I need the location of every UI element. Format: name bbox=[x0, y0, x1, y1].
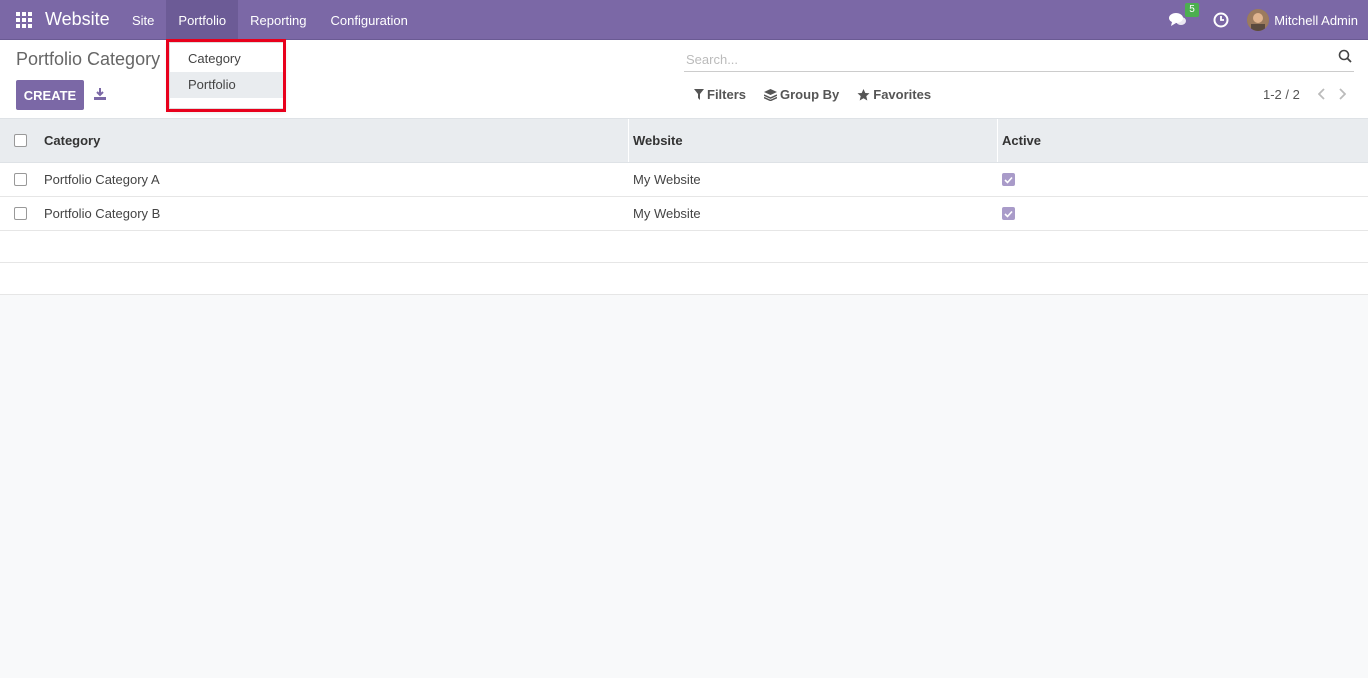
column-header-website[interactable]: Website bbox=[629, 119, 998, 162]
dropdown-item-category[interactable]: Category bbox=[170, 46, 283, 72]
select-all-checkbox[interactable] bbox=[13, 134, 27, 147]
chat-icon[interactable]: 5 bbox=[1169, 3, 1199, 28]
column-header-category[interactable]: Category bbox=[40, 119, 629, 162]
star-icon bbox=[857, 88, 870, 100]
chevron-left-icon[interactable] bbox=[1314, 86, 1330, 102]
menu-configuration[interactable]: Configuration bbox=[318, 0, 419, 40]
row-checkbox[interactable] bbox=[13, 207, 27, 220]
active-checkbox bbox=[1002, 207, 1015, 220]
download-icon[interactable] bbox=[93, 87, 107, 101]
page-title: Portfolio Category bbox=[16, 49, 161, 69]
menu-portfolio[interactable]: Portfolio bbox=[166, 0, 239, 40]
menu-site[interactable]: Site bbox=[120, 0, 166, 40]
cell-category[interactable]: Portfolio Category A bbox=[40, 163, 629, 196]
column-header-active[interactable]: Active bbox=[998, 119, 1368, 162]
empty-row bbox=[0, 231, 1368, 263]
row-checkbox[interactable] bbox=[13, 173, 27, 186]
search-box bbox=[684, 46, 1354, 72]
group-by-label: Group By bbox=[780, 87, 840, 102]
layers-icon bbox=[764, 88, 778, 101]
active-checkbox bbox=[1002, 173, 1015, 186]
chevron-right-icon[interactable] bbox=[1334, 86, 1350, 102]
filters-button[interactable]: Filters bbox=[694, 87, 746, 102]
table-row[interactable]: Portfolio Category A My Website bbox=[0, 163, 1368, 197]
table-row[interactable]: Portfolio Category B My Website bbox=[0, 197, 1368, 231]
pager-value[interactable]: 1-2 / 2 bbox=[1263, 87, 1300, 102]
apps-grid-icon[interactable] bbox=[16, 12, 32, 28]
menu-reporting[interactable]: Reporting bbox=[238, 0, 318, 40]
select-all-cell bbox=[0, 119, 40, 162]
navbar-systray: 5 Mitchell Admin bbox=[1169, 0, 1358, 40]
user-name[interactable]: Mitchell Admin bbox=[1274, 13, 1358, 28]
create-button[interactable]: CREATE bbox=[16, 80, 84, 110]
row-select-cell bbox=[0, 163, 40, 196]
group-by-button[interactable]: Group By bbox=[764, 87, 839, 102]
chat-badge: 5 bbox=[1185, 3, 1199, 17]
search-input[interactable] bbox=[686, 50, 1316, 68]
cell-category[interactable]: Portfolio Category B bbox=[40, 197, 629, 230]
empty-row bbox=[0, 263, 1368, 295]
favorites-label: Favorites bbox=[873, 87, 932, 102]
search-icon[interactable] bbox=[1338, 49, 1352, 63]
portfolio-dropdown-menu: Category Portfolio bbox=[169, 42, 284, 109]
cell-active bbox=[998, 163, 1368, 196]
app-brand[interactable]: Website bbox=[45, 9, 110, 30]
pager: 1-2 / 2 bbox=[1263, 86, 1350, 102]
filter-icon bbox=[694, 89, 704, 100]
filters-label: Filters bbox=[707, 87, 747, 102]
table-header: Category Website Active bbox=[0, 119, 1368, 163]
clock-icon[interactable] bbox=[1213, 12, 1229, 28]
row-select-cell bbox=[0, 197, 40, 230]
user-avatar[interactable] bbox=[1247, 9, 1270, 31]
cell-active bbox=[998, 197, 1368, 230]
dropdown-item-portfolio[interactable]: Portfolio bbox=[170, 72, 283, 98]
search-options: Filters Group By Favorites bbox=[694, 87, 949, 102]
check-icon bbox=[1004, 210, 1013, 218]
check-icon bbox=[1004, 176, 1013, 184]
main-menu: Site Portfolio Reporting Configuration bbox=[120, 0, 420, 40]
top-navbar: Website Site Portfolio Reporting Configu… bbox=[0, 0, 1368, 40]
cell-website[interactable]: My Website bbox=[629, 197, 998, 230]
list-view-table: Category Website Active Portfolio Catego… bbox=[0, 119, 1368, 295]
favorites-button[interactable]: Favorites bbox=[857, 87, 931, 102]
cell-website[interactable]: My Website bbox=[629, 163, 998, 196]
